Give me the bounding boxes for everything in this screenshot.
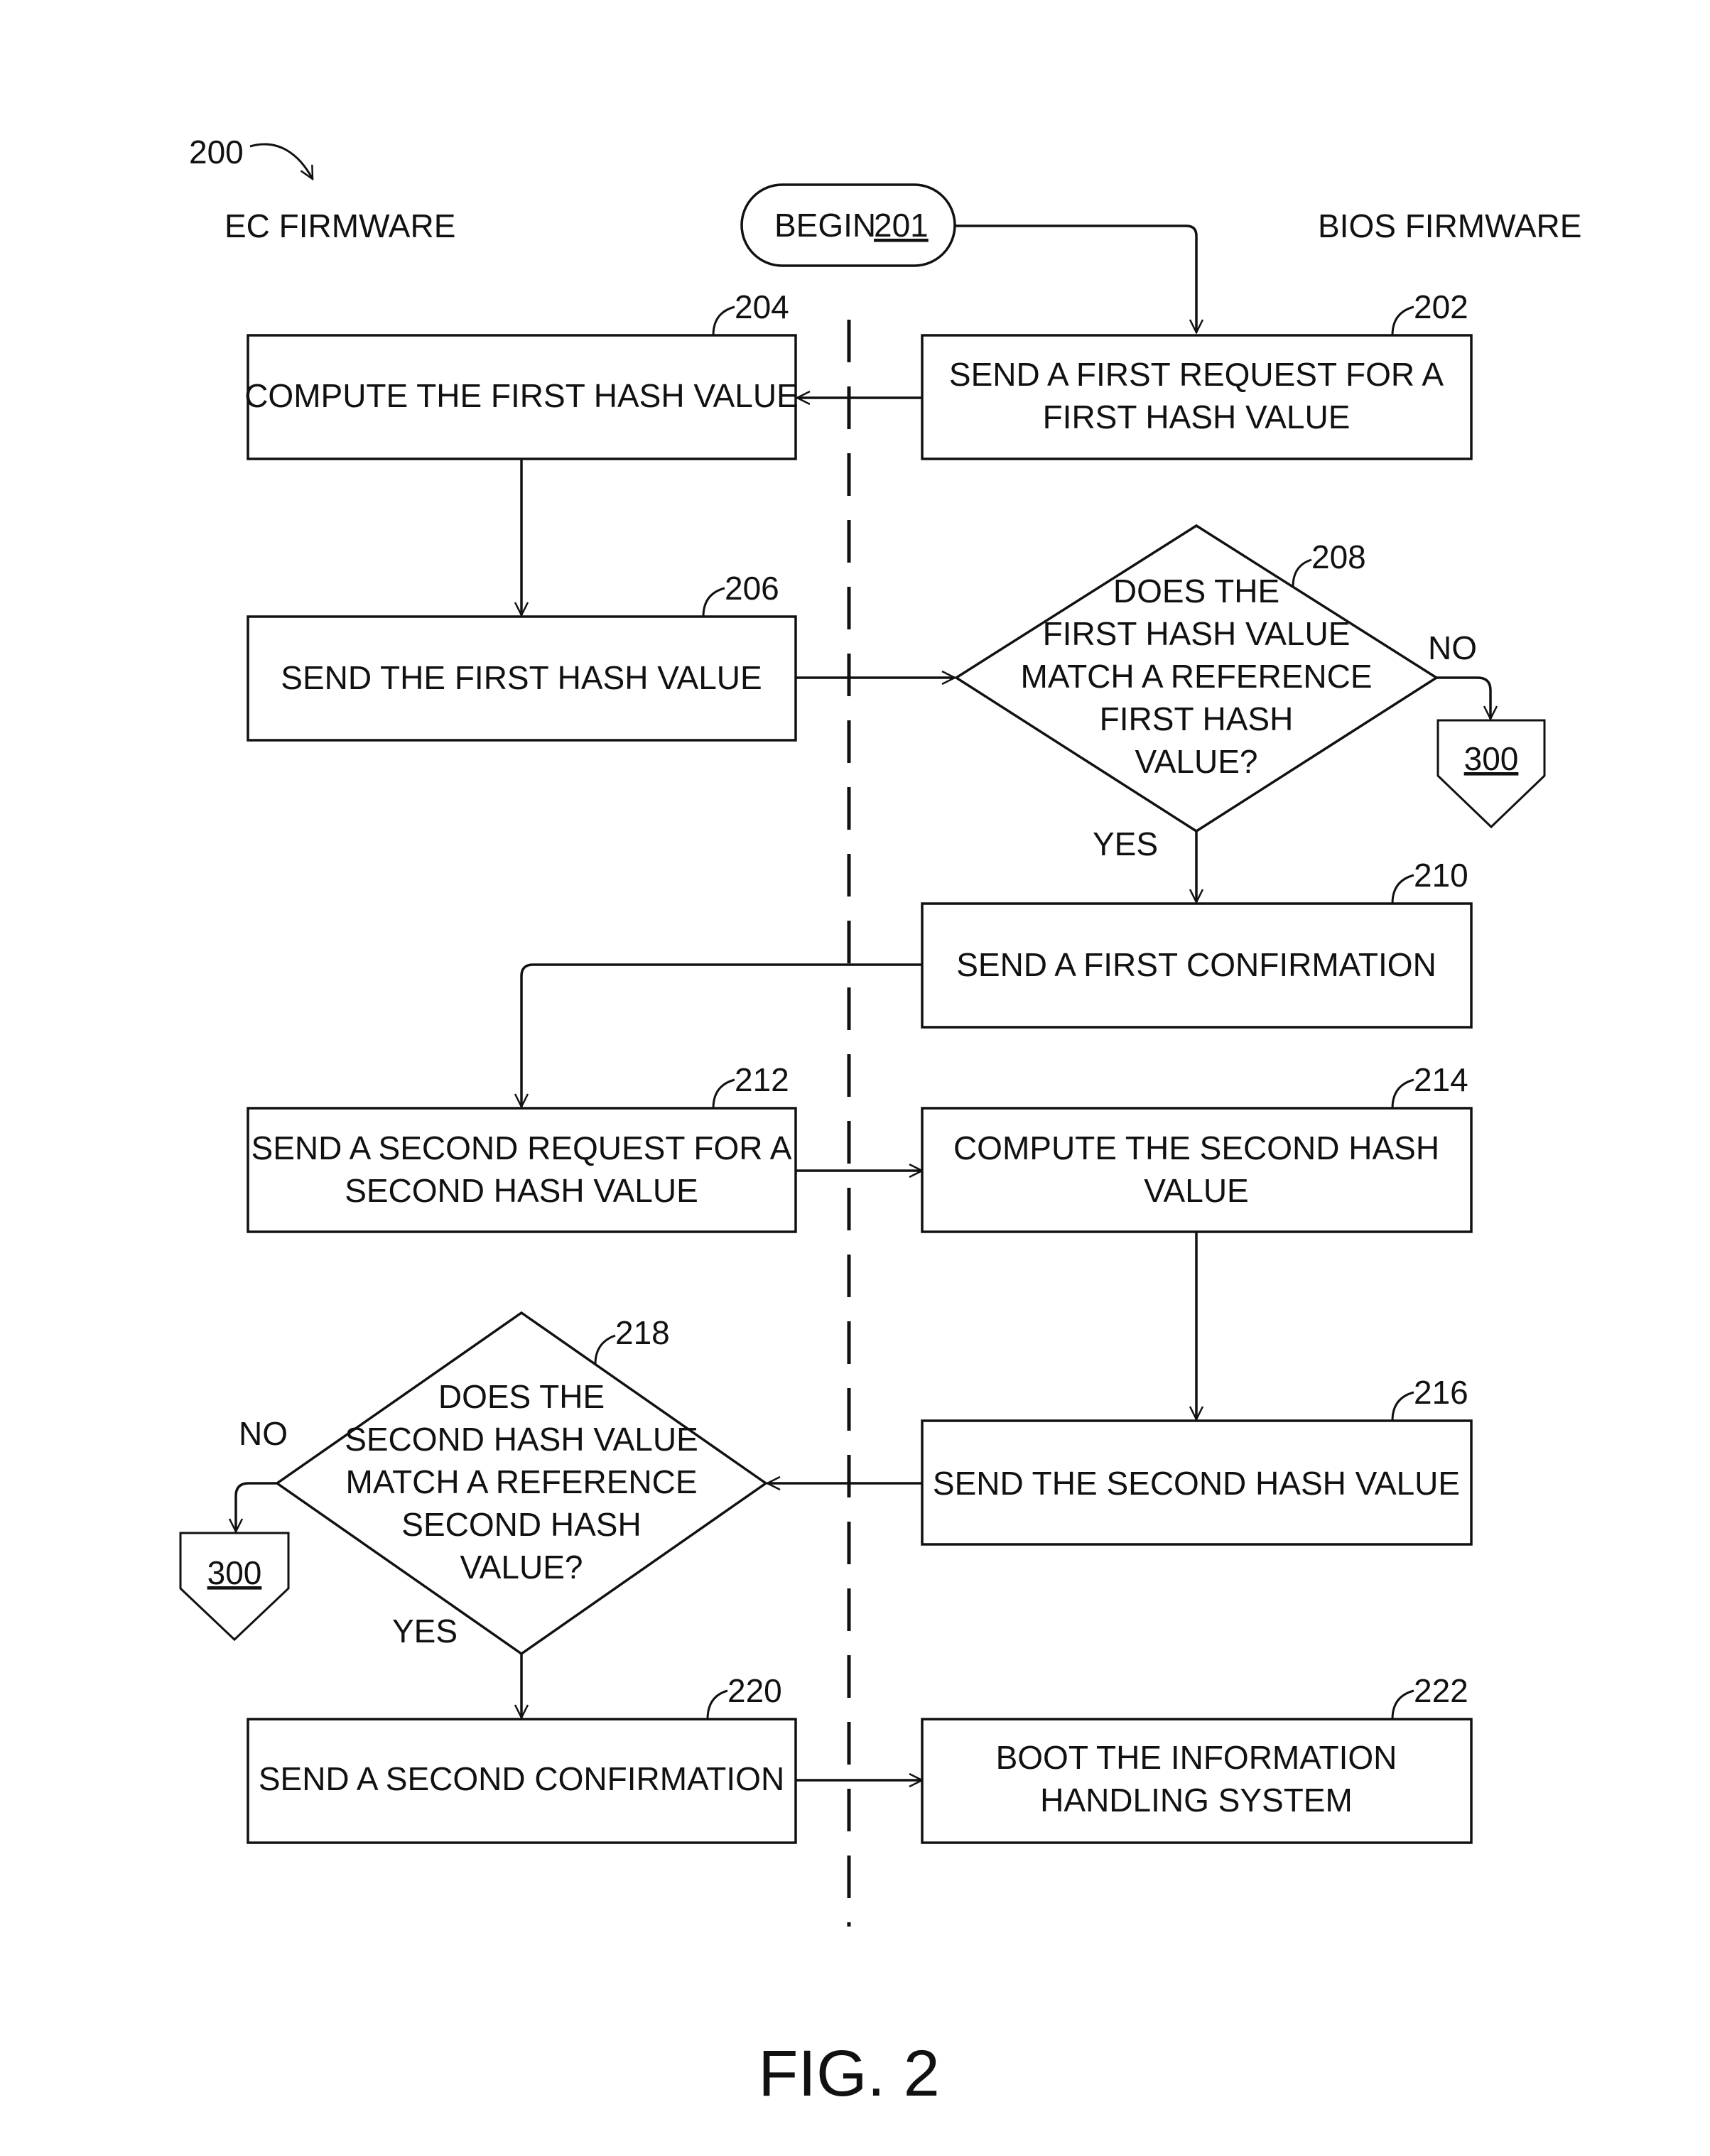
step-202-line-1: SEND A FIRST REQUEST FOR A (949, 356, 1444, 393)
begin-label: BEGIN (774, 207, 876, 244)
step-216-line-1: SEND THE SECOND HASH VALUE (933, 1465, 1460, 1502)
step-220-ref: 220 (727, 1672, 782, 1709)
step-214: COMPUTE THE SECOND HASH VALUE 214 (921, 1061, 1473, 1233)
step-214-line-1: COMPUTE THE SECOND HASH (953, 1130, 1439, 1166)
step-222: BOOT THE INFORMATION HANDLING SYSTEM 222 (921, 1672, 1473, 1844)
step-204: COMPUTE THE FIRST HASH VALUE 204 (244, 288, 799, 460)
decision-218-yes-label: YES (392, 1613, 458, 1649)
step-214-line-2: VALUE (1144, 1172, 1248, 1209)
figure-caption: FIG. 2 (758, 2037, 940, 2110)
decision-218-line-1: DOES THE (438, 1378, 605, 1415)
step-210-ref: 210 (1414, 857, 1468, 894)
decision-208-ref: 208 (1311, 538, 1366, 575)
step-222-line-2: HANDLING SYSTEM (1040, 1782, 1353, 1819)
step-220-line-1: SEND A SECOND CONFIRMATION (259, 1760, 784, 1797)
decision-208-line-1: DOES THE (1113, 573, 1279, 610)
arrow-begin-to-202 (955, 224, 1196, 332)
step-210-line-1: SEND A FIRST CONFIRMATION (956, 946, 1436, 983)
step-202-ref: 202 (1414, 288, 1468, 325)
offpage-connector-300-left[interactable]: 300 (179, 1532, 290, 1642)
decision-218-ref: 218 (615, 1314, 670, 1351)
decision-218-line-3: MATCH A REFERENCE (346, 1463, 698, 1500)
decision-208-line-5: VALUE? (1135, 743, 1257, 780)
decision-218: DOES THE SECOND HASH VALUE MATCH A REFER… (239, 1311, 769, 1656)
offpage-connector-300-right-label: 300 (1464, 740, 1519, 777)
decision-208-line-2: FIRST HASH VALUE (1043, 615, 1351, 652)
lane-label-bios-firmware: BIOS FIRMWARE (1318, 207, 1581, 244)
figure-number: 200 (189, 134, 244, 170)
figure-number-arrow-icon (249, 143, 313, 179)
flowchart-canvas: 200 EC FIRMWARE BIOS FIRMWARE BEGIN 201 … (179, 134, 1581, 2110)
step-212-ref: 212 (735, 1061, 789, 1098)
step-202-line-2: FIRST HASH VALUE (1043, 399, 1351, 435)
step-222-ref: 222 (1414, 1672, 1468, 1709)
decision-208-yes-label: YES (1093, 825, 1158, 862)
step-212-line-1: SEND A SECOND REQUEST FOR A (251, 1130, 792, 1166)
step-206-ref: 206 (725, 570, 779, 607)
decision-218-line-5: VALUE? (460, 1549, 583, 1586)
decision-218-no-label: NO (239, 1415, 288, 1452)
decision-218-line-4: SECOND HASH (401, 1506, 641, 1543)
begin-ref: 201 (874, 207, 929, 244)
begin-terminator: BEGIN 201 (740, 183, 956, 267)
step-214-ref: 214 (1414, 1061, 1468, 1098)
decision-208-no-label: NO (1428, 629, 1477, 666)
step-204-line-1: COMPUTE THE FIRST HASH VALUE (244, 377, 799, 414)
arrow-208-no-to-300 (1436, 676, 1490, 719)
decision-218-line-2: SECOND HASH VALUE (345, 1421, 698, 1458)
step-216-ref: 216 (1414, 1374, 1468, 1411)
step-222-line-1: BOOT THE INFORMATION (996, 1739, 1397, 1776)
step-204-ref: 204 (735, 288, 789, 325)
step-206-line-1: SEND THE FIRST HASH VALUE (281, 659, 762, 696)
decision-208: DOES THE FIRST HASH VALUE MATCH A REFERE… (953, 524, 1477, 862)
offpage-connector-300-left-label: 300 (207, 1554, 262, 1591)
lane-label-ec-firmware: EC FIRMWARE (224, 207, 455, 244)
arrow-218-no-to-300 (236, 1482, 277, 1532)
step-212-line-2: SECOND HASH VALUE (345, 1172, 698, 1209)
decision-208-line-3: MATCH A REFERENCE (1021, 658, 1373, 695)
decision-208-line-4: FIRST HASH (1100, 700, 1294, 737)
offpage-connector-300-right[interactable]: 300 (1436, 719, 1546, 829)
